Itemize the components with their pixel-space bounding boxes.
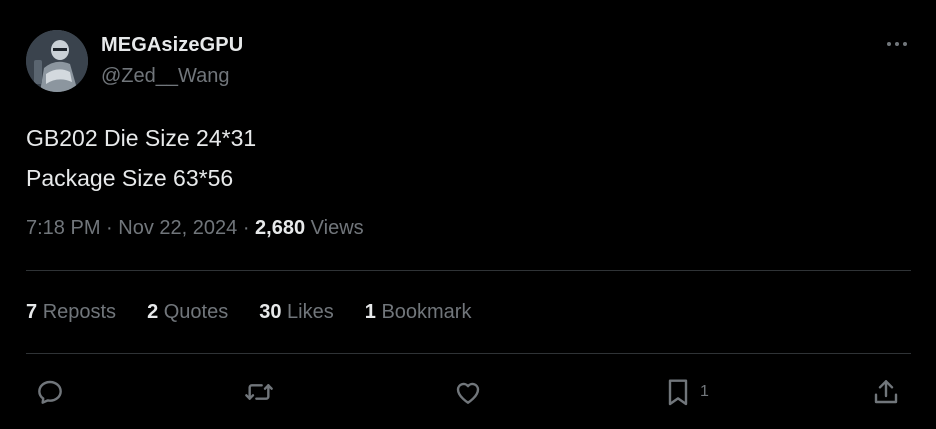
meta-separator: ·	[242, 217, 256, 239]
stat-label: Reposts	[42, 301, 117, 323]
more-icon-dot	[895, 42, 899, 46]
stat-count: 7	[26, 301, 38, 323]
action-bar: 1	[0, 372, 936, 412]
tweet-date[interactable]: Nov 22, 2024	[118, 217, 237, 239]
more-icon-dot	[887, 42, 891, 46]
stat-count: 1	[364, 301, 376, 323]
stat-likes[interactable]: 30 Likes	[259, 301, 334, 324]
reply-button[interactable]	[34, 372, 66, 412]
avatar-image	[26, 30, 88, 92]
more-icon-dot	[903, 42, 907, 46]
reply-icon	[38, 380, 62, 404]
bookmark-icon	[668, 379, 688, 406]
repost-icon	[245, 384, 273, 400]
stat-count: 30	[259, 301, 282, 323]
share-button[interactable]	[870, 372, 902, 412]
engagement-stats: 7 Reposts 2 Quotes 30 Likes 1 Bookmark	[26, 301, 471, 324]
divider	[26, 270, 911, 271]
stat-quotes[interactable]: 2 Quotes	[147, 301, 228, 324]
tweet-meta: 7:18 PM · Nov 22, 2024 · 2,680 Views	[26, 217, 364, 240]
tweet-text-line: GB202 Die Size 24*31	[26, 125, 257, 151]
user-handle[interactable]: @Zed__Wang	[101, 65, 230, 88]
more-options-button[interactable]	[880, 34, 914, 54]
views-label: Views	[310, 217, 364, 239]
avatar[interactable]	[26, 30, 88, 92]
stat-label: Likes	[287, 301, 334, 323]
bookmark-count: 1	[700, 383, 709, 400]
like-icon	[456, 382, 480, 404]
views-count: 2,680	[255, 217, 306, 239]
stat-label: Quotes	[163, 301, 229, 323]
tweet-time[interactable]: 7:18 PM	[26, 217, 100, 239]
stat-bookmarks[interactable]: 1 Bookmark	[365, 301, 472, 324]
share-icon	[874, 380, 898, 404]
tweet-card: MEGAsizeGPU @Zed__Wang GB202 Die Size 24…	[0, 0, 936, 429]
meta-separator: ·	[106, 217, 119, 239]
stat-label: Bookmark	[381, 301, 472, 323]
repost-button[interactable]	[243, 372, 275, 412]
tweet-text: GB202 Die Size 24*31 Package Size 63*56	[26, 118, 256, 198]
bookmark-button[interactable]: 1	[662, 372, 709, 412]
stat-count: 2	[147, 301, 159, 323]
display-name[interactable]: MEGAsizeGPU	[101, 34, 243, 57]
divider	[26, 353, 911, 354]
tweet-text-line: Package Size 63*56	[26, 165, 234, 191]
stat-reposts[interactable]: 7 Reposts	[26, 301, 116, 324]
like-button[interactable]	[452, 372, 484, 412]
